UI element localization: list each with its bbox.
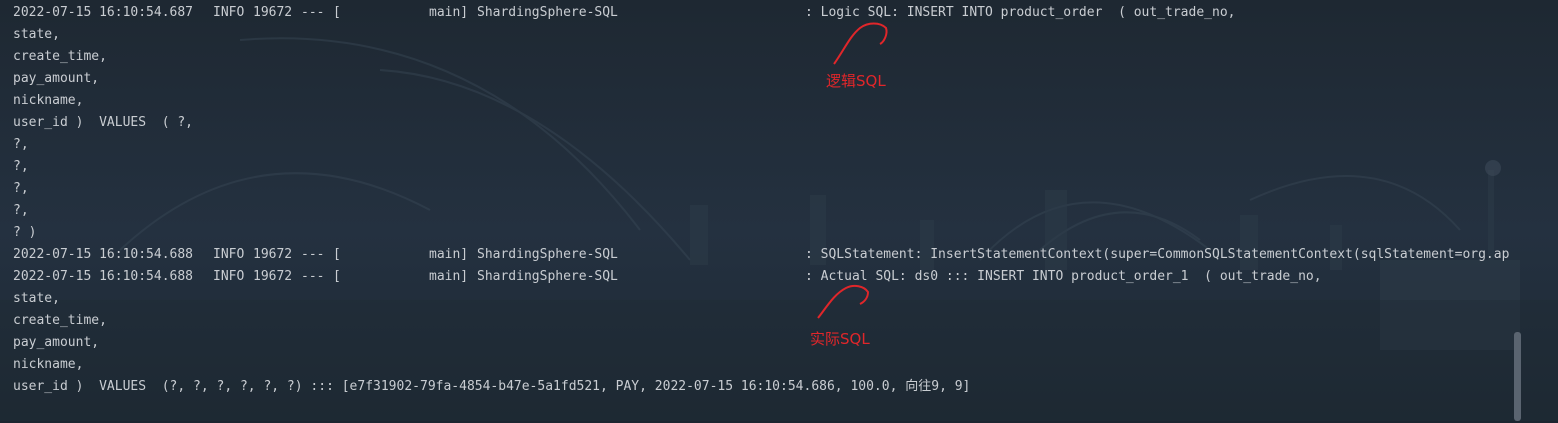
log-thread: main] — [429, 247, 469, 262]
log-continuation-text: nickname, — [13, 93, 84, 108]
log-pid: 19672 — [253, 5, 293, 20]
log-logger: ShardingSphere-SQL — [477, 247, 618, 262]
log-continuation-line: ?, — [0, 134, 1524, 156]
log-continuation-text: nickname, — [13, 357, 84, 372]
log-thread: main] — [429, 5, 469, 20]
log-continuation-line: user_id ) VALUES (?, ?, ?, ?, ?, ?) ::: … — [0, 376, 1524, 398]
log-continuation-text: ?, — [13, 181, 29, 196]
log-message: : Actual SQL: ds0 ::: INSERT INTO produc… — [805, 269, 1322, 284]
log-timestamp: 2022-07-15 16:10:54.688 — [13, 269, 194, 284]
log-continuation-line: ?, — [0, 156, 1524, 178]
log-continuation-text: pay_amount, — [13, 71, 100, 86]
log-line: 2022-07-15 16:10:54.688 INFO 19672 --- [ main… — [0, 244, 1524, 266]
log-pid: 19672 — [253, 269, 293, 284]
log-level: INFO — [213, 247, 245, 262]
log-continuation-text: ?, — [13, 159, 29, 174]
log-line: 2022-07-15 16:10:54.688 INFO 19672 --- [ main… — [0, 266, 1524, 288]
actual-sql-annotation-stroke — [817, 284, 870, 319]
log-level: INFO — [213, 269, 245, 284]
log-continuation-line: create_time, — [0, 310, 1524, 332]
log-thread: main] — [429, 269, 469, 284]
log-continuation-text: create_time, — [13, 313, 107, 328]
log-thread-open: [ — [333, 5, 341, 20]
log-timestamp: 2022-07-15 16:10:54.687 — [13, 5, 194, 20]
log-pid: 19672 — [253, 247, 293, 262]
log-continuation-line: pay_amount, — [0, 68, 1524, 90]
log-continuation-line: state, — [0, 24, 1524, 46]
log-line: 2022-07-15 16:10:54.687 INFO 19672 --- [ main… — [0, 2, 1524, 24]
log-timestamp: 2022-07-15 16:10:54.688 — [13, 247, 194, 262]
log-logger: ShardingSphere-SQL — [477, 5, 618, 20]
log-continuation-line: pay_amount, — [0, 332, 1524, 354]
log-separator: --- — [301, 5, 325, 20]
log-continuation-text: state, — [13, 291, 60, 306]
log-level: INFO — [213, 5, 245, 20]
log-continuation-line: user_id ) VALUES ( ?, — [0, 112, 1524, 134]
log-continuation-text: pay_amount, — [13, 335, 100, 350]
log-continuation-line: state, — [0, 288, 1524, 310]
log-continuation-text: ?, — [13, 137, 29, 152]
log-thread-open: [ — [333, 269, 341, 284]
log-continuation-text: state, — [13, 27, 60, 42]
log-continuation-line: create_time, — [0, 46, 1524, 68]
log-continuation-text: ? ) — [13, 225, 37, 240]
log-continuation-line: nickname, — [0, 90, 1524, 112]
logic-sql-annotation-label: 逻辑SQL — [826, 72, 886, 90]
log-continuation-line: ?, — [0, 200, 1524, 222]
console-output: 2022-07-15 16:10:54.687 INFO 19672 --- [ main… — [0, 0, 1524, 423]
log-continuation-line: nickname, — [0, 354, 1524, 376]
vertical-scrollbar-thumb[interactable] — [1514, 332, 1521, 421]
log-continuation-text: ?, — [13, 203, 29, 218]
actual-sql-annotation-label: 实际SQL — [810, 330, 870, 348]
log-message: : SQLStatement: InsertStatementContext(s… — [805, 247, 1510, 262]
log-separator: --- — [301, 247, 325, 262]
log-continuation-text: create_time, — [13, 49, 107, 64]
log-continuation-line: ?, — [0, 178, 1524, 200]
log-continuation-text: user_id ) VALUES (?, ?, ?, ?, ?, ?) ::: … — [13, 379, 971, 394]
log-separator: --- — [301, 269, 325, 284]
log-continuation-line: ? ) — [0, 222, 1524, 244]
log-continuation-text: user_id ) VALUES ( ?, — [13, 115, 194, 130]
log-logger: ShardingSphere-SQL — [477, 269, 618, 284]
log-thread-open: [ — [333, 247, 341, 262]
logic-sql-annotation-stroke — [833, 22, 888, 65]
